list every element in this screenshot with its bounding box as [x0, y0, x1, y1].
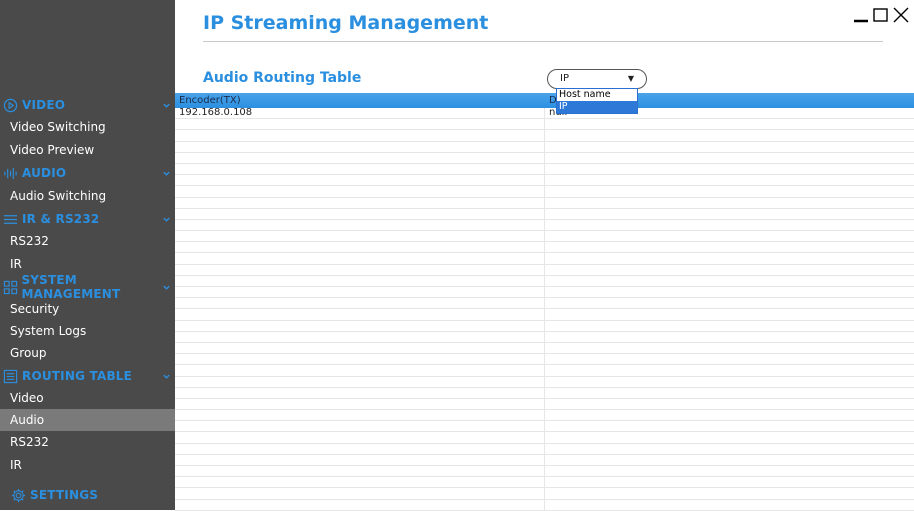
- table-row-empty: [175, 343, 914, 355]
- table-row-empty: [175, 265, 914, 276]
- table-row-empty: [175, 477, 914, 489]
- sidebar-section-system-management[interactable]: SYSTEM MANAGEMENT: [0, 273, 175, 301]
- cell-encoder: 192.168.0.108: [179, 107, 253, 118]
- window-controls: [852, 6, 910, 28]
- sidebar-section-label: ROUTING TABLE: [22, 369, 133, 383]
- sidebar-item-ir[interactable]: IR: [0, 253, 175, 275]
- select-value: IP: [560, 73, 569, 84]
- table-row-empty: [175, 421, 914, 433]
- sidebar-item-security[interactable]: Security: [0, 298, 175, 320]
- table-row-empty: [175, 142, 914, 153]
- dropdown-option-ip[interactable]: IP: [557, 101, 637, 113]
- table-row-empty: [175, 354, 914, 366]
- caret-down-icon: ▼: [627, 74, 634, 83]
- sidebar-settings[interactable]: SETTINGS: [0, 484, 183, 506]
- table-row-empty: [175, 377, 914, 388]
- table-row-empty: [175, 388, 914, 399]
- chevron-down-icon: [162, 370, 171, 384]
- sidebar-item-routing-rs232[interactable]: RS232: [0, 431, 175, 453]
- gear-icon: [10, 487, 27, 504]
- table-row-empty: [175, 231, 914, 243]
- sidebar-item-rs232[interactable]: RS232: [0, 230, 175, 252]
- play-circle-icon: [2, 97, 19, 114]
- grid-icon: [2, 279, 18, 296]
- table-row-empty: [175, 209, 914, 220]
- display-mode-select[interactable]: IP ▼: [547, 69, 647, 89]
- close-icon[interactable]: [892, 6, 910, 28]
- table-row-empty: [175, 321, 914, 332]
- lines-icon: [2, 211, 19, 228]
- table-row-empty: [175, 455, 914, 466]
- sidebar-section-audio[interactable]: AUDIO: [0, 162, 175, 184]
- table-row-empty: [175, 309, 914, 321]
- table-row-empty: [175, 242, 914, 254]
- minimize-icon[interactable]: [852, 6, 870, 28]
- table-row[interactable]: 192.168.0.108 null: [175, 107, 914, 120]
- sidebar-section-label: VIDEO: [22, 98, 66, 112]
- dropdown-option-hostname[interactable]: Host name: [557, 89, 637, 101]
- list-box-icon: [2, 368, 19, 385]
- table-row-empty: [175, 399, 914, 411]
- table-row-empty: [175, 332, 914, 343]
- table-row-empty: [175, 488, 914, 500]
- table-row-empty: [175, 276, 914, 287]
- sidebar-item-video-switching[interactable]: Video Switching: [0, 116, 175, 138]
- sidebar-section-video[interactable]: VIDEO: [0, 94, 175, 116]
- sidebar: VIDEO Video Switching Video Preview AUDI…: [0, 0, 175, 510]
- table-row-empty: [175, 220, 914, 232]
- sidebar-item-video-preview[interactable]: Video Preview: [0, 139, 175, 161]
- sidebar-item-system-logs[interactable]: System Logs: [0, 320, 175, 342]
- sidebar-section-label: IR & RS232: [22, 212, 100, 226]
- table-row-empty: [175, 175, 914, 187]
- chevron-down-icon: [162, 167, 171, 181]
- chevron-down-icon: [162, 213, 171, 227]
- display-mode-dropdown: Host name IP: [556, 88, 638, 114]
- sidebar-item-routing-video[interactable]: Video: [0, 387, 175, 409]
- table-row-empty: [175, 365, 914, 377]
- page-title: IP Streaming Management: [203, 12, 489, 34]
- table-row-empty: [175, 153, 914, 164]
- table-row-empty: [175, 410, 914, 422]
- audio-wave-icon: [2, 165, 19, 182]
- table-row-empty: [175, 253, 914, 265]
- column-header-encoder[interactable]: Encoder(TX): [175, 93, 545, 108]
- table-row-empty: [175, 500, 914, 511]
- maximize-icon[interactable]: [872, 6, 890, 28]
- table-header: Encoder(TX) D: [175, 93, 914, 108]
- main-panel: IP Streaming Management Audio Routing Ta…: [175, 0, 914, 511]
- table-row-empty: [175, 432, 914, 444]
- table-row-empty: [175, 444, 914, 455]
- sidebar-item-group[interactable]: Group: [0, 342, 175, 364]
- section-title: Audio Routing Table: [203, 70, 362, 86]
- table-row-empty: [175, 130, 914, 142]
- sidebar-item-routing-audio[interactable]: Audio: [0, 409, 175, 431]
- table-body: 192.168.0.108 null: [175, 107, 914, 511]
- chevron-down-icon: [162, 99, 171, 113]
- table-row-empty: [175, 164, 914, 176]
- table-row-empty: [175, 298, 914, 310]
- sidebar-section-label: SYSTEM MANAGEMENT: [21, 273, 121, 301]
- title-divider: [203, 41, 883, 42]
- chevron-down-icon: [162, 281, 171, 295]
- table-row-empty: [175, 119, 914, 131]
- sidebar-section-label: AUDIO: [22, 166, 67, 180]
- sidebar-item-audio-switching[interactable]: Audio Switching: [0, 185, 175, 207]
- table-row-empty: [175, 466, 914, 478]
- table-row-empty: [175, 186, 914, 198]
- sidebar-item-routing-ir[interactable]: IR: [0, 454, 175, 476]
- table-row-empty: [175, 287, 914, 299]
- sidebar-section-ir-rs232[interactable]: IR & RS232: [0, 208, 175, 230]
- table-row-empty: [175, 198, 914, 209]
- settings-label: SETTINGS: [30, 488, 99, 502]
- sidebar-section-routing-table[interactable]: ROUTING TABLE: [0, 365, 175, 387]
